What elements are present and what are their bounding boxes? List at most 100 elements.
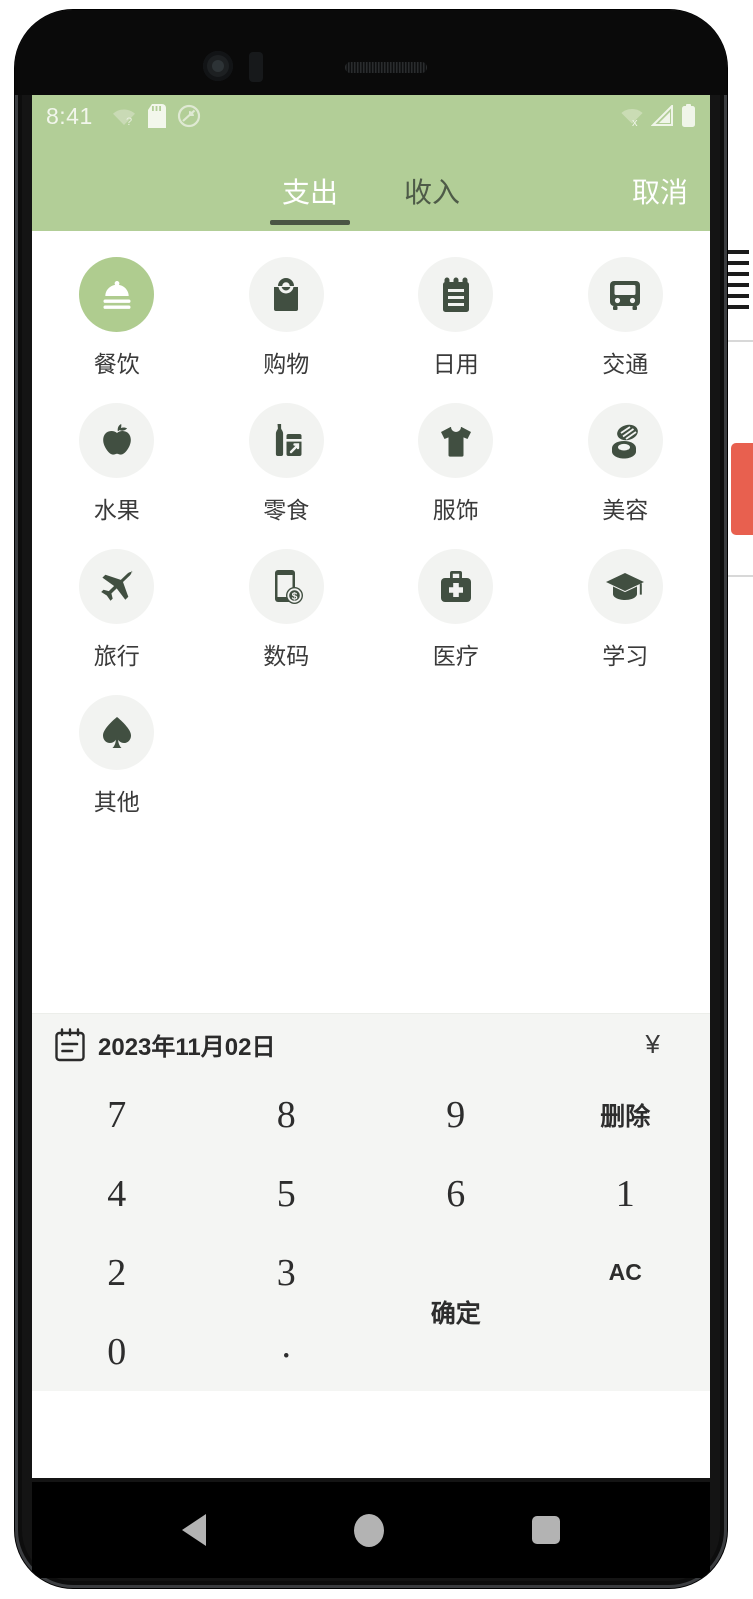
category-label: 其他 [93,789,140,815]
category-item-clothing[interactable]: 服饰 [371,393,541,531]
numeric-keypad: 7 8 9 删除 4 5 6 1 2 3 确定 AC 0 . [32,1075,710,1391]
category-item-fruit[interactable]: 水果 [32,393,202,531]
date-value: 2023年11月02日 [98,1034,276,1061]
svg-text:$: $ [292,590,298,602]
key-2[interactable]: 2 [32,1233,202,1312]
background-list-lines [727,250,749,310]
cancel-button[interactable]: 取消 [632,171,688,211]
snacks-bottle-icon [276,423,302,456]
category-grid: 餐饮 购物 日用 交通 水果 零食 服饰 美容 旅行 $ 数码 医疗 学习 其他 [32,247,710,823]
category-icon-circle [79,549,155,624]
svg-text:?: ? [126,116,132,126]
category-label: 日用 [432,351,479,377]
category-label: 水果 [93,497,140,523]
category-label: 美容 [602,497,649,523]
category-item-daily[interactable]: 日用 [371,247,541,385]
wifi-off-icon: x [621,109,643,127]
shopping-bag-icon [274,277,299,311]
category-icon-circle [248,257,324,332]
key-6[interactable]: 6 [371,1154,541,1233]
key-9[interactable]: 9 [371,1075,541,1154]
spade-icon [102,716,131,748]
category-item-medical[interactable]: 医疗 [371,539,541,677]
category-icon-circle [79,257,155,332]
phone-top-bezel [15,10,727,95]
category-item-other[interactable]: 其他 [32,685,202,823]
calendar-icon [55,1027,85,1061]
category-item-transport[interactable]: 交通 [541,247,711,385]
category-icon-circle [79,403,155,478]
status-left-icons: ? [111,104,201,128]
sd-card-icon [147,104,166,128]
key-4[interactable]: 4 [32,1154,202,1233]
category-label: 医疗 [432,643,479,669]
tab-expense[interactable]: 支出 [268,171,352,225]
category-label: 学习 [602,643,649,669]
makeup-compact-icon [612,424,639,458]
category-icon-circle [587,403,663,478]
airplane-icon [100,570,133,601]
notepad-icon [442,277,469,312]
apple-icon [102,423,131,455]
category-area: 餐饮 购物 日用 交通 水果 零食 服饰 美容 旅行 $ 数码 医疗 学习 其他 [32,231,710,1013]
cell-signal-icon [651,105,673,126]
key-3[interactable]: 3 [202,1233,372,1312]
back-triangle-icon[interactable] [182,1514,206,1546]
wifi-question-icon: ? [112,109,135,126]
android-nav-bar [32,1482,710,1578]
key-0[interactable]: 0 [32,1312,202,1391]
category-item-study[interactable]: 学习 [541,539,711,677]
phone-dollar-icon: $ [275,569,304,604]
tshirt-icon [440,426,471,457]
phone-screen: 8:41 ? x 支出 收入 取消 餐饮 购物 日用 交通 水果 零食 服饰 美… [32,95,710,1478]
recents-square-icon[interactable] [532,1516,560,1544]
first-aid-kit-icon [440,570,471,602]
category-icon-circle [587,257,663,332]
category-label: 服饰 [432,497,479,523]
status-right-icons: x [619,104,696,128]
category-item-travel[interactable]: 旅行 [32,539,202,677]
category-label: 数码 [263,643,310,669]
front-camera-icon [203,51,233,81]
category-label: 购物 [263,351,310,377]
currency-symbol: ¥ [645,1029,660,1059]
background-red-accent [731,443,753,535]
category-icon-circle [248,403,324,478]
category-icon-circle: $ [248,549,324,624]
key-7[interactable]: 7 [32,1075,202,1154]
bus-icon [610,280,641,310]
tab-list: 支出 收入 [32,171,710,231]
type-tab-bar: 支出 收入 取消 [32,137,710,231]
key-ac[interactable]: AC [541,1233,711,1312]
tab-income[interactable]: 收入 [390,171,474,225]
category-item-digital[interactable]: $ 数码 [202,539,372,677]
category-label: 餐饮 [93,351,140,377]
category-icon-circle [418,549,494,624]
phone-device-frame: 8:41 ? x 支出 收入 取消 餐饮 购物 日用 交通 水果 零食 服饰 美… [15,10,727,1588]
key-5[interactable]: 5 [202,1154,372,1233]
category-item-shopping[interactable]: 购物 [202,247,372,385]
category-item-beauty[interactable]: 美容 [541,393,711,531]
dnd-icon [177,104,200,128]
proximity-sensor-icon [249,52,263,82]
status-bar: 8:41 ? x [32,95,710,137]
status-time: 8:41 [46,102,93,129]
dining-cloche-icon [103,280,131,309]
category-icon-circle [79,695,155,770]
battery-icon [682,104,695,127]
entry-meta-row: 2023年11月02日 ¥ [32,1013,710,1075]
category-item-snacks[interactable]: 零食 [202,393,372,531]
category-icon-circle [418,257,494,332]
category-icon-circle [418,403,494,478]
key-confirm[interactable]: 确定 [371,1233,541,1391]
home-circle-icon[interactable] [354,1513,384,1547]
key-delete[interactable]: 删除 [541,1075,711,1154]
key-8[interactable]: 8 [202,1075,372,1154]
category-label: 交通 [602,351,649,377]
key-1[interactable]: 1 [541,1154,711,1233]
date-picker[interactable]: 2023年11月02日 [54,1027,275,1062]
key-decimal-point[interactable]: . [202,1312,372,1391]
category-item-dining[interactable]: 餐饮 [32,247,202,385]
svg-text:x: x [632,117,638,127]
category-label: 旅行 [93,643,140,669]
